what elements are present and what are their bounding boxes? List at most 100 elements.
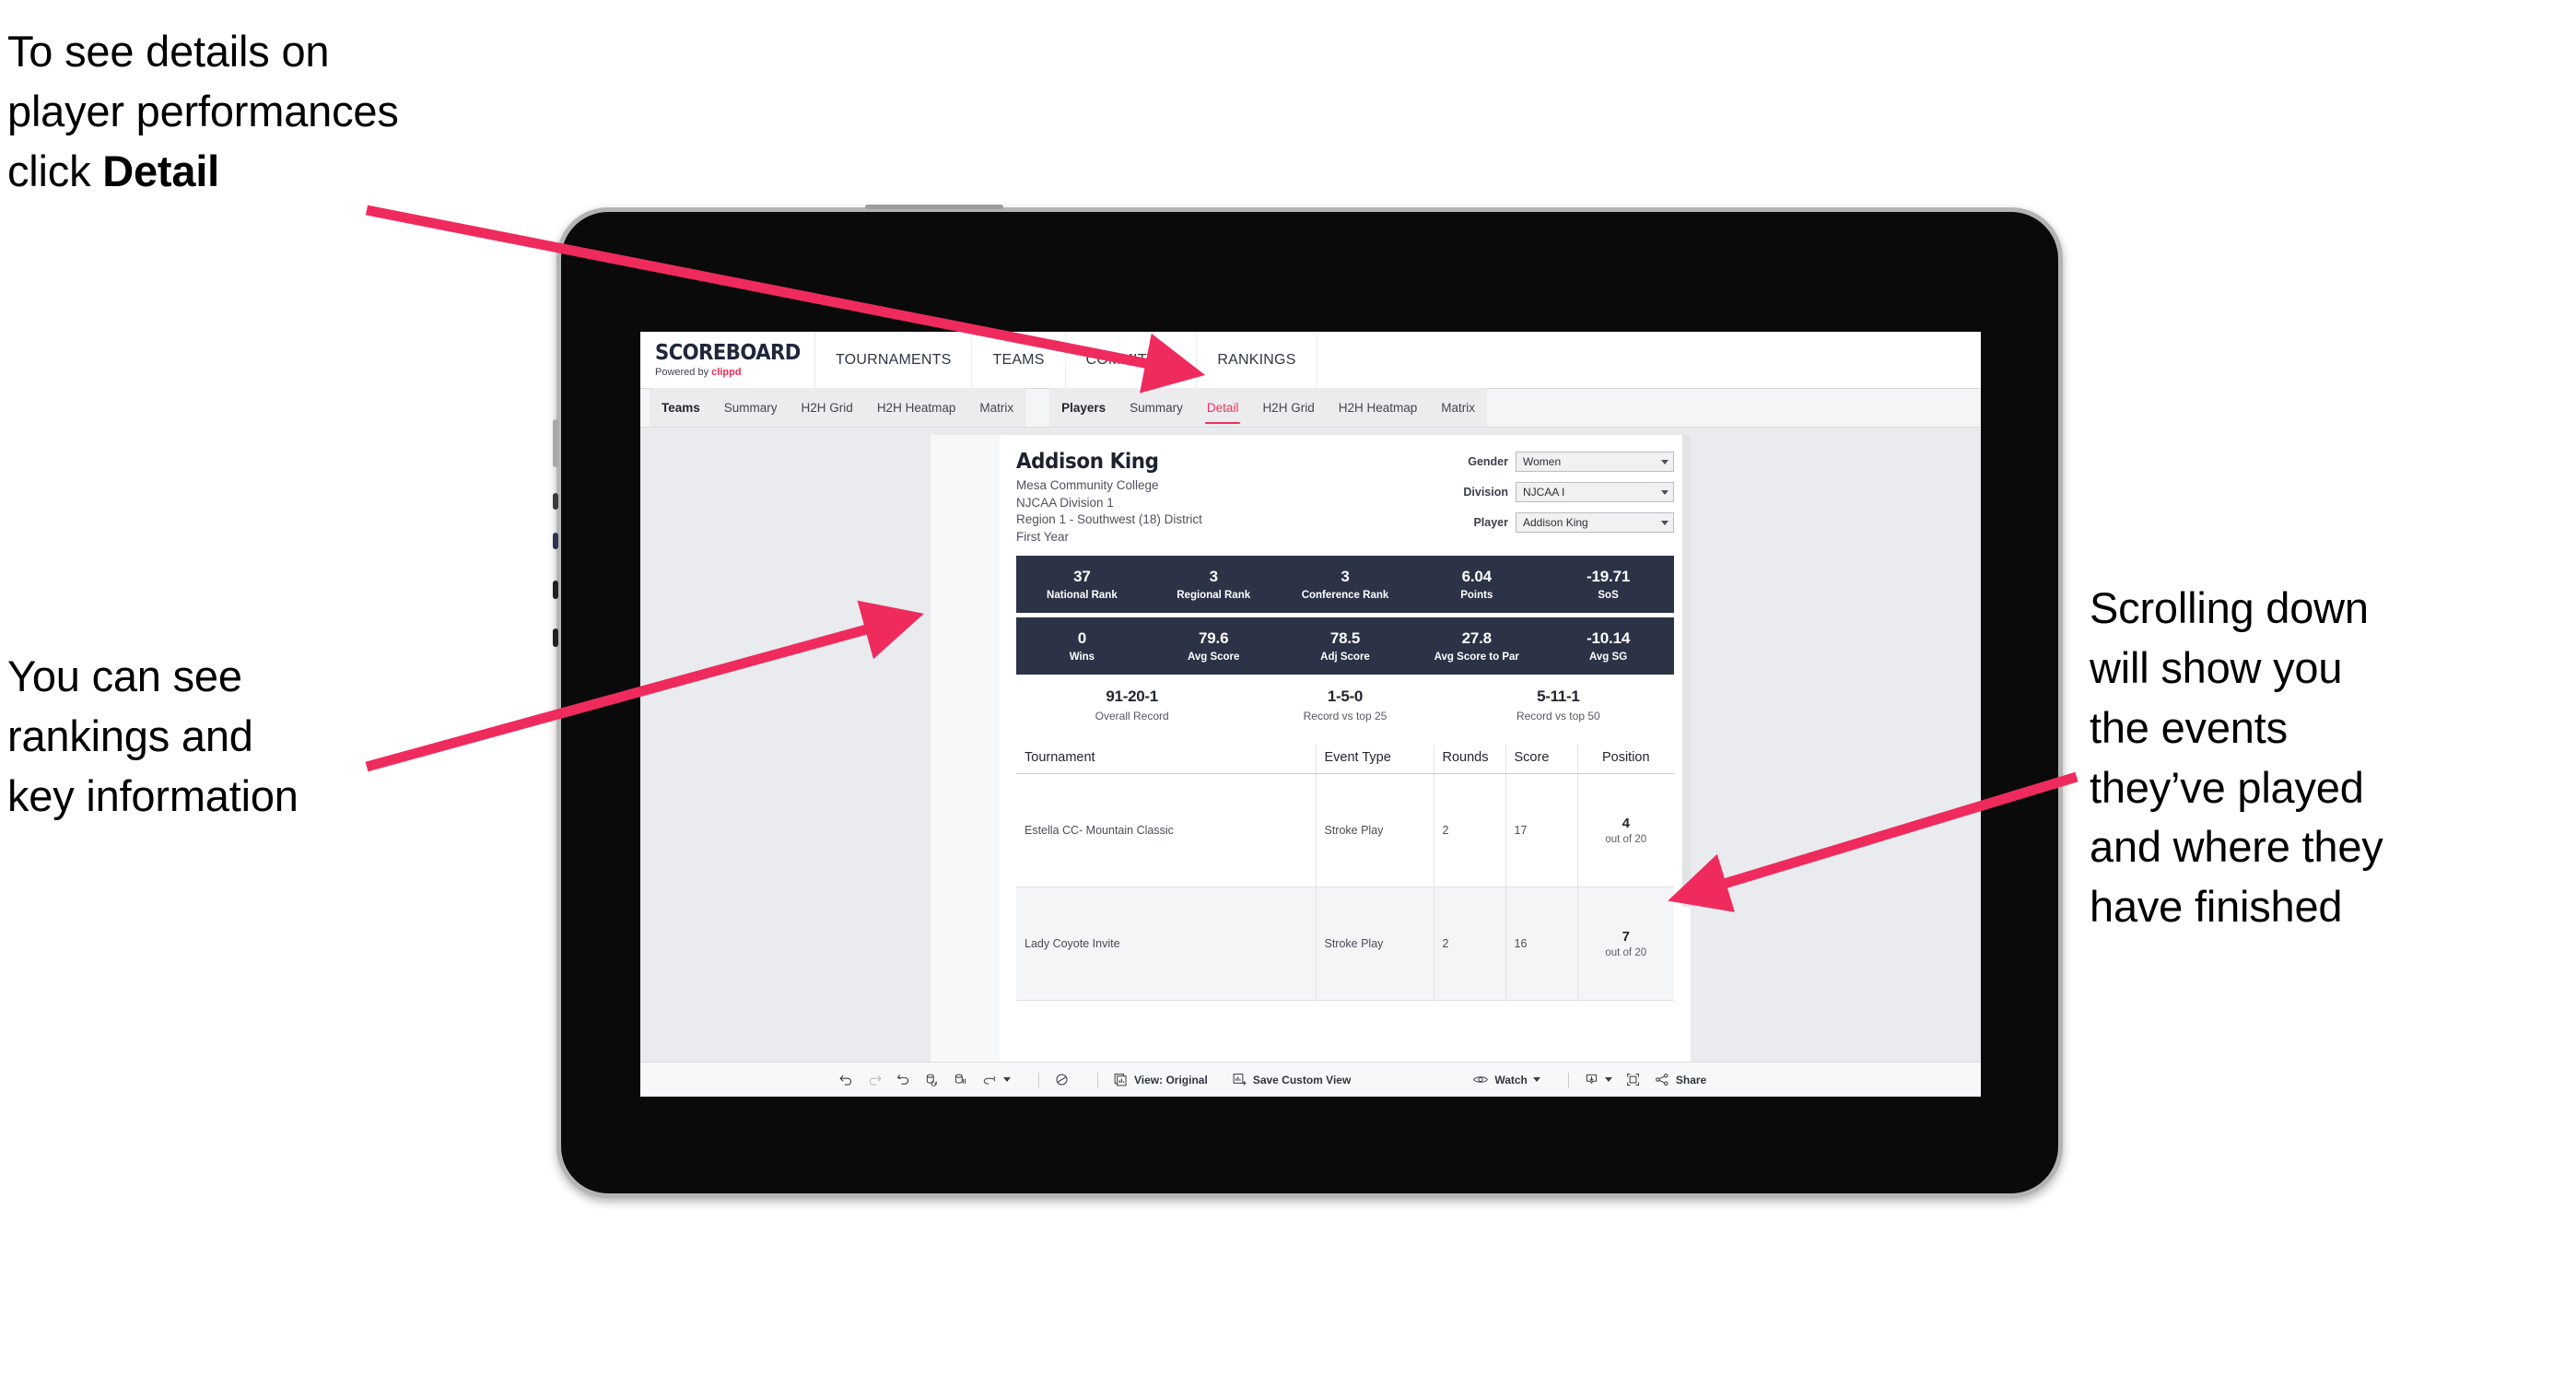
- tab-teams-matrix[interactable]: Matrix: [967, 388, 1025, 427]
- tab-players-summary[interactable]: Summary: [1118, 388, 1195, 427]
- position-value: 4: [1622, 815, 1630, 831]
- filter-division-select[interactable]: NJCAA I: [1516, 482, 1674, 502]
- filter-player-value: Addison King: [1523, 516, 1588, 529]
- filter-division-label: Division: [1463, 486, 1508, 499]
- record-value: 91-20-1: [1106, 687, 1158, 705]
- stat-avg-score: 79.6 Avg Score: [1148, 628, 1280, 662]
- annotation-right: Scrolling down will show you the events …: [2090, 583, 2383, 932]
- toolbar-divider: [1038, 1072, 1039, 1087]
- tab-teams-summary[interactable]: Summary: [712, 388, 790, 427]
- record-vs-top-25: 1-5-0 Record vs top 25: [1238, 687, 1451, 722]
- stat-conference-rank: 3 Conference Rank: [1280, 567, 1411, 600]
- stat-regional-rank: 3 Regional Rank: [1148, 567, 1280, 600]
- table-row[interactable]: Lady Coyote Invite Stroke Play 2 16 7 ou…: [1016, 887, 1674, 1001]
- stat-adj-score: 78.5 Adj Score: [1280, 628, 1411, 662]
- tab-teams-h2h-heatmap[interactable]: H2H Heatmap: [865, 388, 968, 427]
- tab-players-matrix[interactable]: Matrix: [1429, 388, 1487, 427]
- refresh-data-button[interactable]: [924, 1072, 940, 1087]
- column-header-rounds[interactable]: Rounds: [1434, 744, 1506, 774]
- record-value: 1-5-0: [1327, 687, 1364, 705]
- nav-item-tournaments[interactable]: TOURNAMENTS: [815, 332, 973, 388]
- download-button[interactable]: [1584, 1072, 1612, 1087]
- column-header-position[interactable]: Position: [1577, 744, 1674, 774]
- watch-button[interactable]: Watch: [1472, 1072, 1540, 1087]
- table-header-row: Tournament Event Type Rounds Score Posit…: [1016, 744, 1674, 774]
- records-row: 91-20-1 Overall Record 1-5-0 Record vs t…: [1016, 687, 1674, 724]
- player-class-year: First Year: [1016, 529, 1070, 544]
- chevron-down-icon: [1604, 1077, 1612, 1082]
- player-region: Region 1 - Southwest (18) District: [1016, 512, 1202, 527]
- cell-rounds: 2: [1434, 773, 1506, 887]
- stat-value: -19.71: [1587, 568, 1631, 586]
- nav-item-teams[interactable]: TEAMS: [972, 332, 1066, 388]
- cell-position: 4 out of 20: [1577, 773, 1674, 887]
- revert-button[interactable]: [896, 1072, 911, 1087]
- stat-value: 3: [1209, 568, 1218, 586]
- stat-value: 3: [1341, 568, 1350, 586]
- redo-button[interactable]: [867, 1072, 883, 1087]
- pause-data-button[interactable]: [953, 1072, 968, 1087]
- tab-players[interactable]: Players: [1049, 388, 1118, 427]
- table-row[interactable]: Estella CC- Mountain Classic Stroke Play…: [1016, 773, 1674, 887]
- player-header: Addison King Mesa Community College NJCA…: [1016, 450, 1674, 546]
- tournament-results-table: Tournament Event Type Rounds Score Posit…: [1016, 744, 1674, 1001]
- stat-value: 78.5: [1329, 629, 1361, 648]
- stat-label: Avg SG: [1589, 651, 1628, 663]
- filter-panel: Gender Women Division NJCAA I Player Add…: [1436, 450, 1674, 546]
- tab-group-teams: Teams Summary H2H Grid H2H Heatmap Matri…: [650, 388, 1026, 427]
- stat-label: Points: [1460, 589, 1493, 601]
- chevron-down-icon: [1003, 1077, 1011, 1082]
- pause-auto-update-button[interactable]: [981, 1072, 1011, 1087]
- vertical-scrollbar[interactable]: [1682, 435, 1691, 907]
- brand-title: SCOREBOARD: [655, 340, 801, 365]
- position-value: 7: [1622, 928, 1630, 945]
- stat-value: 79.6: [1199, 629, 1229, 648]
- filter-division-value: NJCAA I: [1523, 486, 1565, 499]
- slide-canvas: To see details on player performances cl…: [0, 0, 2576, 1386]
- player-division: NJCAA Division 1: [1016, 495, 1114, 510]
- stat-avg-score-to-par: 27.8 Avg Score to Par: [1411, 628, 1542, 662]
- pause-refresh-button[interactable]: [1054, 1072, 1070, 1087]
- stat-value: 6.04: [1461, 568, 1492, 586]
- save-custom-view-button[interactable]: Save Custom View: [1232, 1072, 1351, 1087]
- cell-score: 16: [1505, 887, 1578, 1001]
- record-vs-top-50: 5-11-1 Record vs top 50: [1452, 687, 1665, 722]
- view-original-button[interactable]: View: Original: [1113, 1072, 1208, 1087]
- dashboard-content: Addison King Mesa Community College NJCA…: [640, 428, 1981, 1097]
- tab-players-h2h-heatmap[interactable]: H2H Heatmap: [1327, 388, 1430, 427]
- brand-sub-clippd: clippd: [711, 366, 742, 378]
- undo-button[interactable]: [838, 1072, 854, 1087]
- cell-position: 7 out of 20: [1577, 887, 1674, 1001]
- share-label: Share: [1675, 1073, 1707, 1086]
- tab-players-detail[interactable]: Detail: [1195, 388, 1251, 427]
- browser-viewport: SCOREBOARD Powered by clippd TOURNAMENTS…: [640, 332, 1981, 1097]
- filter-gender-select[interactable]: Women: [1516, 452, 1674, 472]
- filter-gender-value: Women: [1523, 455, 1562, 468]
- tab-players-h2h-grid[interactable]: H2H Grid: [1250, 388, 1326, 427]
- chevron-down-icon: [1661, 520, 1669, 525]
- position-label: out of 20: [1605, 946, 1647, 958]
- chevron-down-icon: [1661, 459, 1669, 464]
- share-button[interactable]: Share: [1654, 1072, 1706, 1087]
- tablet-volume-up-button: [553, 581, 558, 599]
- column-header-tournament[interactable]: Tournament: [1016, 744, 1317, 774]
- view-original-label: View: Original: [1134, 1073, 1208, 1086]
- cell-tournament: Estella CC- Mountain Classic: [1016, 773, 1317, 887]
- stat-label: Conference Rank: [1301, 589, 1389, 601]
- stat-value: 27.8: [1461, 629, 1492, 648]
- stats-bar-performance: 0 Wins 79.6 Avg Score 78.5 Adj Score 27.…: [1016, 617, 1674, 675]
- stat-national-rank: 37 National Rank: [1016, 567, 1148, 600]
- nav-item-committee[interactable]: COMMITTEE: [1066, 332, 1198, 388]
- filter-player-select[interactable]: Addison King: [1516, 512, 1674, 533]
- player-identity: Addison King Mesa Community College NJCA…: [1016, 450, 1202, 546]
- brand-logo[interactable]: SCOREBOARD Powered by clippd: [640, 332, 815, 388]
- main-navigation: TOURNAMENTS TEAMS COMMITTEE RANKINGS: [815, 332, 1317, 388]
- nav-item-rankings[interactable]: RANKINGS: [1197, 332, 1317, 388]
- tablet-side-port-2: [553, 533, 558, 549]
- column-header-event-type[interactable]: Event Type: [1316, 744, 1434, 774]
- tab-teams[interactable]: Teams: [650, 388, 712, 427]
- fullscreen-button[interactable]: [1625, 1072, 1641, 1087]
- column-header-score[interactable]: Score: [1505, 744, 1578, 774]
- tab-teams-h2h-grid[interactable]: H2H Grid: [790, 388, 865, 427]
- filter-division-row: Division NJCAA I: [1436, 482, 1674, 502]
